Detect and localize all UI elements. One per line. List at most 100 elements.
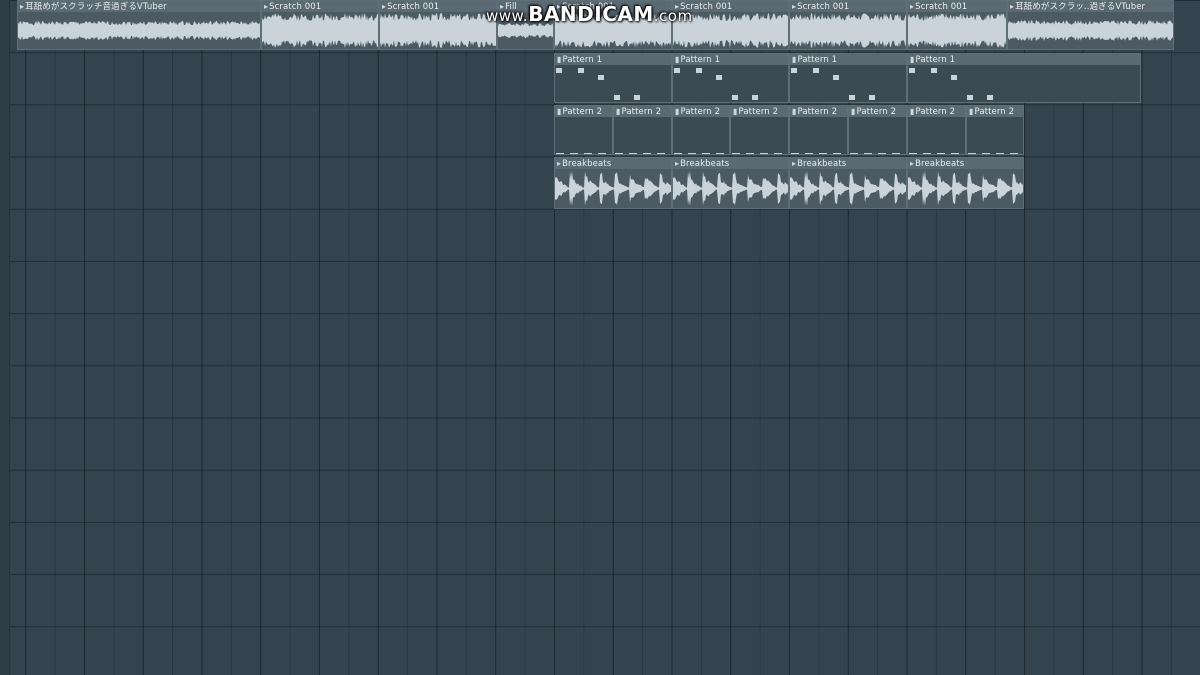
pattern-note [774,153,782,154]
pattern-clip[interactable]: ▮Pattern 1 [789,53,907,103]
pattern-note [937,153,945,154]
pattern-note [732,95,738,100]
clip-header[interactable]: ▸耳舐めがスクラッ..過ぎるVTuber [1008,1,1173,12]
pattern-clip-icon: ▮ [910,107,915,116]
pattern-note [819,153,827,154]
clip-label: Pattern 2 [797,107,838,117]
audio-clip[interactable]: ▸Breakbeats [789,157,907,209]
pattern-note [813,68,819,73]
pattern-clip[interactable]: ▮Pattern 1 [554,53,672,103]
waveform-graphic [18,20,260,41]
pattern-note [833,153,841,154]
clip-notes [908,65,1140,102]
pattern-clip[interactable]: ▮Pattern 2 [613,105,672,155]
pattern-clip[interactable]: ▮Pattern 2 [730,105,789,155]
waveform-shape [908,13,1006,48]
clip-header[interactable]: ▮Pattern 2 [967,106,1023,117]
audio-clip[interactable]: ▸耳舐めがスクラッ..過ぎるVTuber [1007,0,1174,50]
clip-header[interactable]: ▸Scratch 001 [790,1,906,12]
pattern-note [869,95,875,100]
clip-header[interactable]: ▸耳舐めがスクラッチ音過ぎるVTuber [18,1,260,12]
waveform-clip-icon: ▸ [557,159,562,168]
clip-header[interactable]: ▮Pattern 1 [790,54,906,65]
audio-clip[interactable]: ▸Scratch 001 [379,0,497,50]
waveform-shape [1008,20,1173,41]
clip-label: Breakbeats [915,159,965,169]
clip-header[interactable]: ▮Pattern 1 [673,54,788,65]
pattern-note [570,153,578,154]
pattern-clip[interactable]: ▮Pattern 2 [672,105,730,155]
clip-header[interactable]: ▮Pattern 1 [555,54,671,65]
clip-waveform [555,169,671,208]
pattern-clip[interactable]: ▮Pattern 2 [554,105,613,155]
waveform-graphic [673,170,788,207]
pattern-clip[interactable]: ▮Pattern 2 [789,105,848,155]
pattern-clip-icon: ▮ [851,107,856,116]
clip-header[interactable]: ▸Breakbeats [908,158,1023,169]
clip-header[interactable]: ▮Pattern 2 [614,106,671,117]
pattern-note [1010,153,1018,154]
clip-header[interactable]: ▸Breakbeats [673,158,788,169]
clip-label: Pattern 2 [738,107,779,117]
clip-label: Pattern 2 [621,107,662,117]
audio-clip[interactable]: ▸Breakbeats [554,157,672,209]
pattern-note [909,153,917,154]
clip-waveform [380,12,496,49]
waveform-shape [908,170,1023,207]
pattern-note [732,153,740,154]
audio-clip[interactable]: ▸Breakbeats [907,157,1024,209]
pattern-note [878,153,886,154]
clip-header[interactable]: ▮Pattern 2 [908,106,965,117]
clip-header[interactable]: ▮Pattern 2 [673,106,729,117]
clip-label: Pattern 2 [915,107,956,117]
pattern-note [967,95,973,100]
pattern-note [688,153,696,154]
track-header-strip[interactable] [0,0,10,675]
clip-label: Pattern 2 [562,107,603,117]
waveform-graphic [262,13,378,48]
pattern-note [615,153,623,154]
clip-label: Pattern 2 [974,107,1015,117]
clip-header[interactable]: ▮Pattern 1 [908,54,1140,65]
audio-clip[interactable]: ▸耳舐めがスクラッチ音過ぎるVTuber [17,0,261,50]
clip-label: Scratch 001 [269,2,322,12]
clip-label: Breakbeats [562,159,612,169]
pattern-note [634,95,640,100]
pattern-note [909,68,915,73]
pattern-clip[interactable]: ▮Pattern 2 [907,105,966,155]
clip-waveform [262,12,378,49]
clip-header[interactable]: ▸Breakbeats [790,158,906,169]
clip-notes [731,117,788,154]
waveform-clip-icon: ▸ [910,2,915,11]
waveform-graphic [1008,20,1173,41]
clip-label: 耳舐めがスクラッ..過ぎるVTuber [1015,2,1146,12]
pattern-clip[interactable]: ▮Pattern 1 [672,53,789,103]
clip-header[interactable]: ▮Pattern 2 [790,106,847,117]
pattern-note [643,153,651,154]
audio-clip[interactable]: ▸Scratch 001 [789,0,907,50]
pattern-clip[interactable]: ▮Pattern 2 [966,105,1024,155]
audio-clip[interactable]: ▸Breakbeats [672,157,789,209]
audio-clip[interactable]: ▸Scratch 001 [261,0,379,50]
clip-waveform [908,169,1023,208]
pattern-clip[interactable]: ▮Pattern 1 [907,53,1141,103]
pattern-clip-icon: ▮ [910,55,915,64]
pattern-clip-icon: ▮ [557,55,562,64]
waveform-shape [18,20,260,41]
pattern-note [996,153,1004,154]
clip-label: Pattern 2 [680,107,721,117]
audio-clip[interactable]: ▸Scratch 001 [907,0,1007,50]
clip-header[interactable]: ▸Scratch 001 [908,1,1006,12]
waveform-shape [380,13,496,48]
clip-header[interactable]: ▮Pattern 2 [555,106,612,117]
clip-notes [673,117,729,154]
clip-header[interactable]: ▸Scratch 001 [380,1,496,12]
playlist-grid[interactable]: ▸耳舐めがスクラッチ音過ぎるVTuber ▸Scratch 001 ▸Scrat… [0,0,1200,675]
clip-header[interactable]: ▸Breakbeats [555,158,671,169]
pattern-clip-icon: ▮ [675,107,680,116]
clip-header[interactable]: ▮Pattern 2 [731,106,788,117]
clip-header[interactable]: ▸Scratch 001 [262,1,378,12]
pattern-note [716,75,722,80]
pattern-clip[interactable]: ▮Pattern 2 [848,105,907,155]
clip-header[interactable]: ▮Pattern 2 [849,106,906,117]
